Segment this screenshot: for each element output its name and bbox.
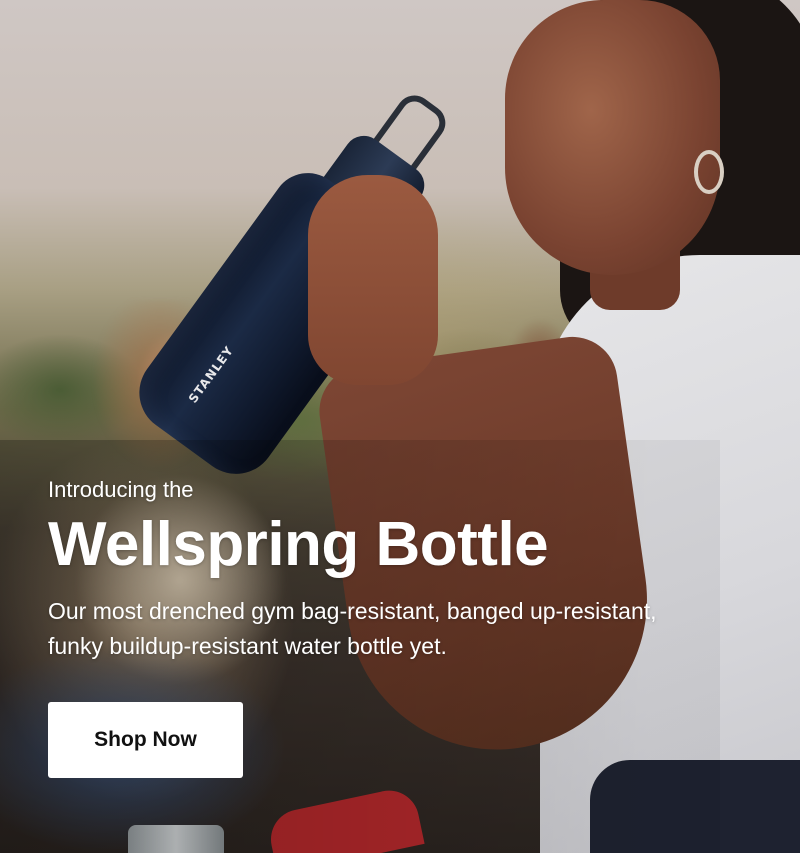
hero-copy: Introducing the Wellspring Bottle Our mo…: [48, 476, 748, 664]
bottle-logo: STANLEY: [185, 343, 237, 406]
earring: [694, 150, 724, 194]
woman-face: [505, 0, 720, 275]
shop-now-button[interactable]: Shop Now: [48, 702, 243, 778]
hero-headline: Wellspring Bottle: [48, 510, 549, 579]
hero-eyebrow: Introducing the: [48, 477, 194, 502]
woman-hand: [308, 175, 438, 385]
hero-banner: STANLEY Introducing the Wellspring Bottl…: [0, 0, 800, 853]
hero-description: Our most drenched gym bag-resistant, ban…: [48, 598, 657, 659]
